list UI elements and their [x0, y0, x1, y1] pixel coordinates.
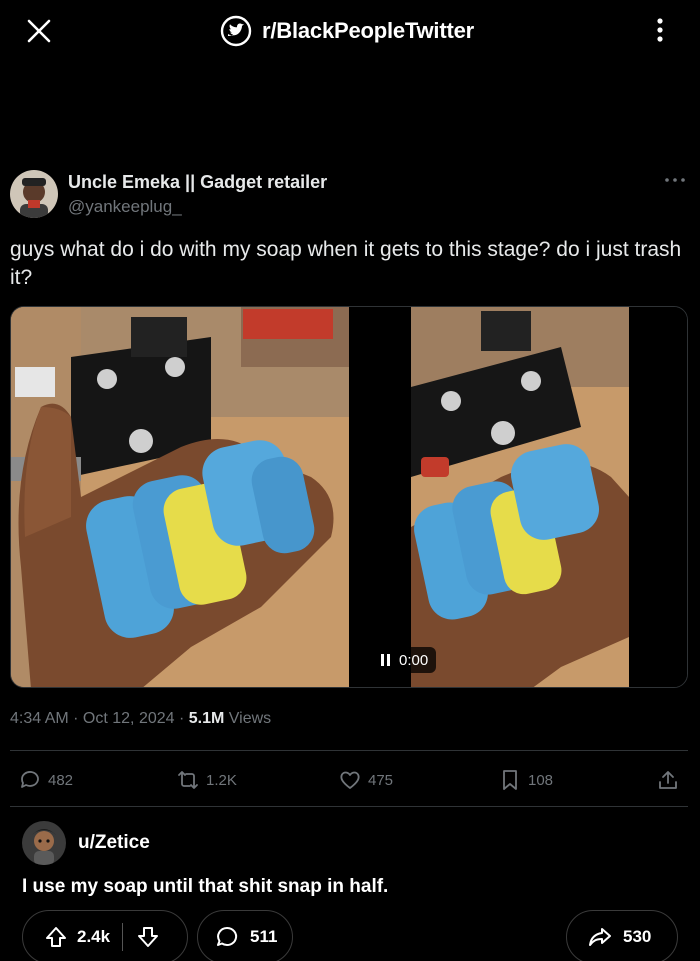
upload-share-icon [659, 771, 677, 789]
comment-avatar[interactable] [22, 821, 66, 865]
tweet-text: guys what do i do with my soap when it g… [10, 238, 682, 289]
subreddit-name[interactable]: r/BlackPeopleTwitter [262, 18, 474, 44]
retweet-button[interactable]: 1.2K [176, 768, 237, 792]
tweet-media[interactable]: 0:00 [10, 306, 688, 688]
share-tweet-button[interactable] [656, 768, 680, 792]
video-timestamp[interactable]: 0:00 [373, 647, 437, 673]
comments-count: 511 [250, 927, 278, 946]
retweet-icon [178, 771, 198, 789]
pause-icon[interactable] [381, 654, 391, 666]
tweet-time[interactable]: 4:34 AM [10, 710, 69, 727]
author-name[interactable]: Uncle Emeka || Gadget retailer [68, 172, 327, 193]
bookmark-icon [503, 770, 517, 790]
subreddit-header[interactable]: r/BlackPeopleTwitter [220, 14, 474, 48]
divider [10, 806, 688, 807]
share-arrow-icon [589, 928, 611, 946]
twitter-bird-icon [220, 15, 252, 47]
soap-photo[interactable] [11, 307, 349, 688]
retweet-count: 1.2K [206, 771, 237, 789]
share-button[interactable]: 530 [566, 910, 678, 961]
heart-icon [340, 771, 360, 789]
reply-icon [21, 771, 39, 788]
media-gap [349, 307, 411, 687]
meta-separator: · [174, 710, 189, 727]
comments-button[interactable]: 511 [197, 910, 293, 961]
media-letterbox [629, 307, 687, 687]
upvote-count: 2.4k [77, 927, 111, 946]
like-count: 475 [368, 771, 394, 789]
vote-separator [122, 923, 124, 951]
vertical-dots-icon[interactable] [650, 14, 670, 46]
tweet-meta: 4:34 AM · Oct 12, 2024 · 5.1M Views [10, 710, 271, 728]
comment-username[interactable]: u/Zetice [78, 832, 150, 854]
bookmark-button[interactable]: 108 [498, 768, 553, 792]
reply-count: 482 [48, 771, 74, 789]
soap-video-thumbnail[interactable] [411, 307, 629, 688]
comment-text: I use my soap until that shit snap in ha… [22, 876, 389, 897]
horizontal-dots-icon[interactable] [664, 176, 686, 184]
author-handle[interactable]: @yankeeplug_ [68, 197, 182, 217]
divider [10, 750, 688, 751]
top-bar: r/BlackPeopleTwitter [0, 0, 700, 62]
author-avatar[interactable] [10, 170, 58, 218]
tweet-actions: 482 1.2K 475 108 [0, 762, 700, 802]
close-icon[interactable] [24, 16, 54, 46]
vote-controls: 2.4k [22, 910, 188, 961]
video-time-label: 0:00 [399, 651, 429, 669]
bookmark-count: 108 [528, 771, 554, 789]
share-count: 530 [623, 927, 652, 946]
downvote-icon[interactable] [135, 924, 161, 950]
views-count: 5.1M [188, 710, 225, 727]
comment-bubble-icon [217, 926, 238, 946]
reply-button[interactable]: 482 [18, 768, 73, 792]
views-label: Views [224, 710, 272, 727]
like-button[interactable]: 475 [338, 768, 393, 792]
meta-separator: · [68, 710, 83, 727]
upvote-icon[interactable] [43, 924, 69, 950]
tweet-date[interactable]: Oct 12, 2024 [83, 710, 175, 727]
